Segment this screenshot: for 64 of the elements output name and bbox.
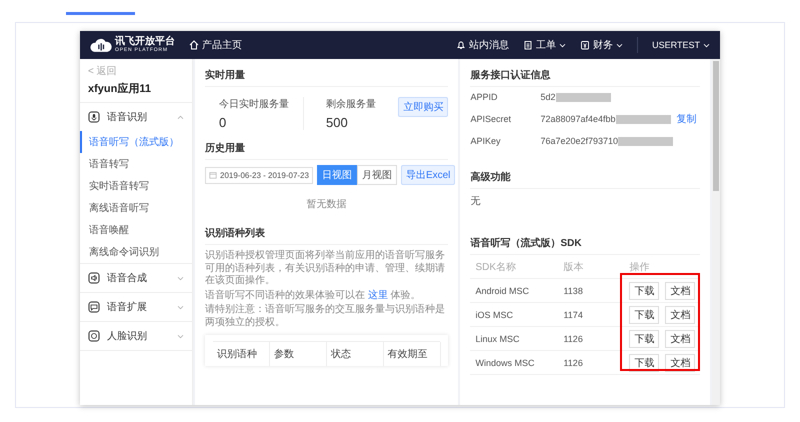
description-text: 语音听写不同语种的效果体验可以在 这里 体验。: [205, 290, 422, 302]
app-name: xfyun应用11: [80, 78, 192, 103]
table-cell-text: 1174: [563, 310, 584, 320]
sidebar-group[interactable]: 人脸识别: [80, 322, 192, 350]
description-text: 识别语种授权管理页面将列举当前应用的语音听写服务可用的语种列表，有关识别语种的申请、管理、续期请在该页面操作。: [205, 250, 446, 288]
table-cell-text: iOS MSC: [474, 310, 514, 320]
column-header: SDK名称: [474, 260, 518, 274]
section-title: 服务接口认证信息: [470, 65, 700, 87]
column-header: 参数: [270, 342, 327, 366]
here-link[interactable]: 这里: [368, 290, 388, 300]
empty-text: 暂无数据: [306, 198, 348, 212]
export-button[interactable]: 导出Excel: [400, 165, 456, 185]
table-cell-text: Linux MSC: [474, 334, 520, 344]
action-button[interactable]: 文档: [665, 306, 696, 324]
view-tab[interactable]: 月视图: [356, 165, 397, 185]
section-title: 识别语种列表: [205, 223, 448, 245]
table-cell-text: 1126: [563, 358, 584, 368]
buy-button[interactable]: 立即购买: [398, 97, 448, 117]
nav-menu[interactable]: 站内消息: [456, 38, 510, 52]
field-label: APPID: [470, 92, 498, 102]
advanced-value: 无: [470, 195, 482, 209]
user-menu[interactable]: USERTEST: [652, 40, 710, 50]
stat-value: 0: [219, 115, 228, 130]
sidebar-item[interactable]: 离线命令词识别: [80, 241, 192, 263]
action-button[interactable]: 下载: [629, 282, 660, 300]
copy-link[interactable]: 复制: [676, 112, 697, 126]
logo-title: 讯飞开放平台: [115, 37, 175, 47]
column-header: 状态: [326, 342, 384, 366]
column-header: 操作: [628, 260, 650, 274]
table-cell-text: 1126: [563, 334, 584, 344]
table-cell-text: 1138: [563, 286, 584, 296]
date-range-field[interactable]: 2019-06-23 - 2019-07-23: [205, 166, 313, 184]
sidebar-item[interactable]: 离线语音听写: [80, 197, 192, 219]
sidebar-group[interactable]: 语音合成: [80, 264, 192, 292]
stat-label: 剩余服务量: [326, 98, 376, 111]
section-title: 语音听写（流式版）SDK: [470, 233, 700, 255]
field-label: APISecret: [470, 114, 512, 124]
sidebar-item[interactable]: 语音唤醒: [80, 219, 192, 241]
table-cell-text: Windows MSC: [474, 358, 536, 368]
section-title: 历史用量: [205, 138, 448, 160]
sidebar-item[interactable]: 实时语音转写: [80, 175, 192, 197]
description-text: 请特别注意：语音听写服务的交互服务量与识别语种是两项独立的授权。: [205, 304, 446, 329]
action-button[interactable]: 下载: [629, 306, 660, 324]
sidebar-group[interactable]: 语音扩展: [80, 293, 192, 321]
section-title: 实时用量: [205, 65, 448, 87]
action-button[interactable]: 文档: [665, 330, 696, 348]
column-header: 有效期至: [384, 342, 440, 366]
sidebar-group[interactable]: 语音识别: [80, 103, 192, 131]
nav-menu[interactable]: 工单: [523, 38, 566, 52]
sidebar-item[interactable]: 语音转写: [80, 153, 192, 175]
field-label: APIKey: [470, 136, 502, 146]
section-title: 高级功能: [470, 167, 700, 189]
action-button[interactable]: 文档: [665, 282, 696, 300]
stat-label: 今日实时服务量: [219, 98, 289, 111]
home-link[interactable]: 产品主页: [189, 38, 242, 52]
stat-value: 500: [326, 115, 349, 130]
field-value: 5d2: [540, 92, 556, 102]
nav-menu[interactable]: 财务: [580, 38, 624, 52]
field-value: 72a88097af4e4fbb: [540, 114, 616, 124]
column-header: 识别语种: [213, 342, 270, 366]
action-button[interactable]: 下载: [629, 330, 660, 348]
column-header: 版本: [563, 260, 584, 274]
field-value: 76a7e20e2f793710: [540, 136, 618, 146]
table-cell-text: Android MSC: [474, 286, 530, 296]
